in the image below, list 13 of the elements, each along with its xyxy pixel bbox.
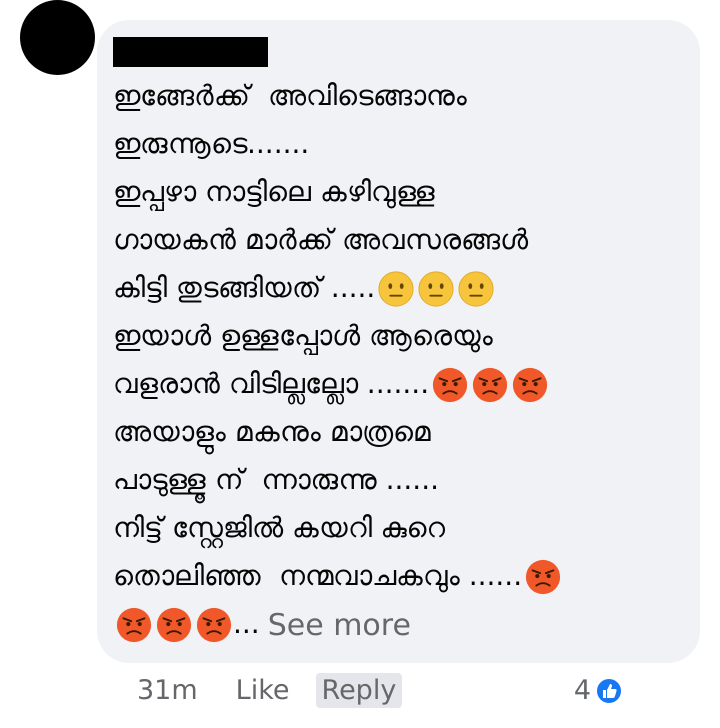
comment-text-line: ഗായകൻ മാർക്ക് അവസരങ്ങൾ [113,222,528,258]
comment-text-line: ഇരുന്നൂടെ....... [113,126,310,162]
action-button[interactable]: Reply [316,673,402,708]
reaction-count: 4 [574,675,591,706]
comment-text-line: ... [233,606,260,642]
comment-text-line: തൊലിഞ്ഞ നന്മവാചകവും ...... [113,558,522,594]
see-more-link[interactable]: See more [268,608,411,642]
thumbs-up-icon [595,676,623,704]
comment-text-line: കിട്ടി തുടങ്ങിയത് ..... [113,270,376,306]
comment-text-line: ഇങ്ങേർക്ക് അവിടെങ്ങാനും [113,78,467,114]
comment-time: 31m [137,675,198,706]
action-button[interactable]: Like [230,673,296,708]
comment-text-line: ഇപ്പഴാ നാട്ടിലെ കഴിവുള്ള [113,166,435,220]
